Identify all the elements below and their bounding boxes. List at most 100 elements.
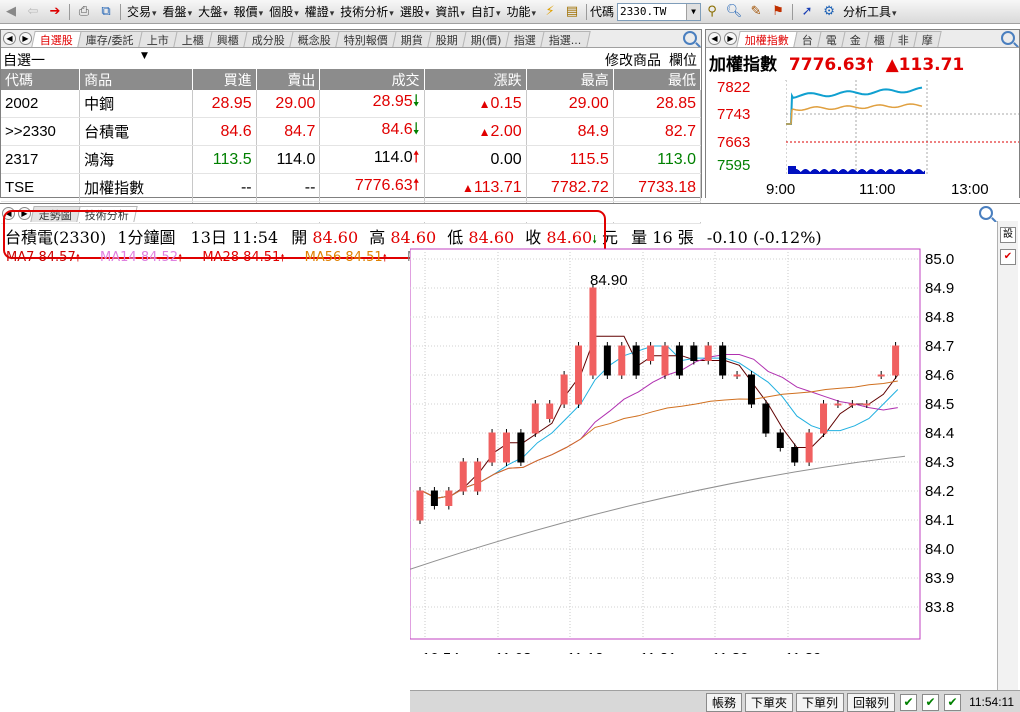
index-volume-bar [871,169,872,174]
tab-inventory[interactable]: 庫存/委託 [77,31,143,47]
cell-name: 台積電 [79,117,193,146]
tab-futures-price[interactable]: 期(價) [462,31,511,47]
col-bid[interactable]: 買進 [192,69,257,90]
watchlist-select[interactable]: 自選一 [3,50,45,70]
quote-row[interactable]: TSE 加權指數 -- -- 7776.63🠕 ▲113.71 7782.72 7733.18 [1,173,702,202]
check-icon[interactable]: ✔ [944,693,962,711]
chevron-down-icon[interactable]: ▼ [141,51,148,61]
quote-row[interactable]: 2002 中鋼 28.95 29.00 28.95🠗 ▲0.15 29.00 28.85 [1,90,702,118]
col-last[interactable]: 成交 [319,69,425,90]
report-bar-button[interactable]: 回報列 [847,692,896,712]
cell-name: 加權指數 [79,173,193,202]
tab-components[interactable]: 成分股 [243,31,294,47]
index-volume-bar [852,169,853,174]
code-dropdown-icon[interactable]: ▼ [686,3,701,20]
tab-prev-icon[interactable]: ◀ [708,32,721,45]
tab-stock-futures[interactable]: 股期 [427,31,467,47]
col-low[interactable]: 最低 [613,69,702,90]
menu-watch[interactable]: 看盤 [160,3,196,20]
menu-analysis-tools[interactable]: 分析工具 [840,3,900,20]
index-volume-bar [831,169,832,174]
forward-disabled-icon[interactable]: ⇦ [24,3,42,21]
cursor-icon[interactable]: ➚ [798,3,816,21]
quote-row[interactable]: 2317 鴻海 113.5 114.0 114.0🠕 0.00 115.5 113.0 [1,145,702,174]
menu-quote[interactable]: 報價 [231,3,267,20]
check-icon[interactable]: ✔ [900,693,918,711]
code-input[interactable]: 2330.TW ▼ [617,2,702,21]
print-icon[interactable]: ⎙ [75,3,93,21]
index-volume-bar [803,169,804,174]
menu-info[interactable]: 資訊 [432,3,468,20]
next-icon[interactable]: ➔ [46,3,64,21]
quote-tool-icon[interactable]: ✎ [747,3,765,21]
tab-index-msci[interactable]: 摩 [913,31,942,47]
cell-code: >>2330 [1,117,81,146]
index-volume-bar [885,171,886,174]
tab-concept[interactable]: 概念股 [289,31,340,47]
order-bar-button[interactable]: 下單列 [796,692,845,712]
tab-weighted-index[interactable]: 加權指數 [736,31,798,47]
index-volume-bar [825,169,826,174]
index-volume-bar [798,169,799,174]
search-icon[interactable]: 🔍︎ [725,3,743,21]
tab-next-icon[interactable]: ▶ [724,32,737,45]
col-code[interactable]: 代碼 [1,69,81,90]
technical-chart-panel: ◀ ▶ 走勢圖 技術分析 設 ✔ 台積電(2330) 1分鐘圖 13日 11:5… [0,203,1020,712]
account-button[interactable]: 帳務 [706,692,743,712]
tab-emerging[interactable]: 興櫃 [208,31,248,47]
chart-side-toolbar: 設 ✔ [997,221,1018,691]
candle [805,432,813,463]
menu-warrant[interactable]: 權證 [302,3,338,20]
col-name[interactable]: 商品 [79,69,193,90]
tab-listed[interactable]: 上市 [138,31,178,47]
x-tick-label: 11:21 [640,650,676,654]
menu-custom[interactable]: 自訂 [468,3,504,20]
zoom-icon[interactable] [1001,31,1015,45]
index-volume-bar [874,170,875,174]
index-volume-bar [870,169,871,174]
tab-otc[interactable]: 上櫃 [173,31,213,47]
tab-watchlist[interactable]: 自選股 [31,31,82,47]
side-text-icon[interactable]: 設 [1000,227,1016,243]
tab-next-icon[interactable]: ▶ [19,32,32,45]
col-change[interactable]: 漲跌 [424,69,527,90]
tab-futures[interactable]: 期貨 [392,31,432,47]
col-ask[interactable]: 賣出 [256,69,321,90]
candle [603,345,611,376]
zoom-icon[interactable] [683,31,697,45]
popout-icon[interactable]: ⧉ [97,3,115,21]
cell-ask: 29.00 [256,90,321,118]
index-volume-bar [856,171,857,174]
tab-index-options-more[interactable]: 指選... [540,31,591,47]
col-high[interactable]: 最高 [526,69,614,90]
columns-button[interactable]: 欄位 [669,50,697,70]
menu-technical[interactable]: 技術分析 [337,3,397,20]
notepad-icon[interactable]: ▤ [563,3,581,21]
zoom-icon[interactable] [979,206,993,220]
menu-trade[interactable]: 交易 [124,3,160,20]
alert-icon[interactable]: ⚑ [769,3,787,21]
tab-index-options[interactable]: 指選 [505,31,546,47]
check-icon[interactable]: ✔ [922,693,940,711]
binoculars-icon[interactable]: ⚲ [703,3,721,21]
index-volume-bar [865,170,866,174]
back-icon[interactable]: ◀ [2,3,20,21]
index-volume-bar [807,169,808,174]
quote-row[interactable]: >>2330 台積電 84.6 84.7 84.6🠗 ▲2.00 84.9 82.7 [1,117,702,146]
order-folder-button[interactable]: 下單夾 [745,692,794,712]
menu-market[interactable]: 大盤 [195,3,231,20]
candle [517,432,525,463]
side-check-icon[interactable]: ✔ [1000,249,1016,265]
y-tick-label: 84.9 [925,280,954,297]
index-volume-bar [914,171,915,174]
tab-prev-icon[interactable]: ◀ [3,32,16,45]
tab-special[interactable]: 特別報價 [335,31,397,47]
y-tick-label: 85.0 [925,251,954,268]
menu-function[interactable]: 功能 [503,3,539,20]
lightning-icon[interactable]: ⚡ [541,3,559,21]
menu-stock[interactable]: 個股 [266,3,302,20]
menu-screener[interactable]: 選股 [397,3,433,20]
analysis-tools-icon[interactable]: ⚙ [820,3,838,21]
modify-items-button[interactable]: 修改商品 [605,50,661,70]
candle [488,432,496,463]
